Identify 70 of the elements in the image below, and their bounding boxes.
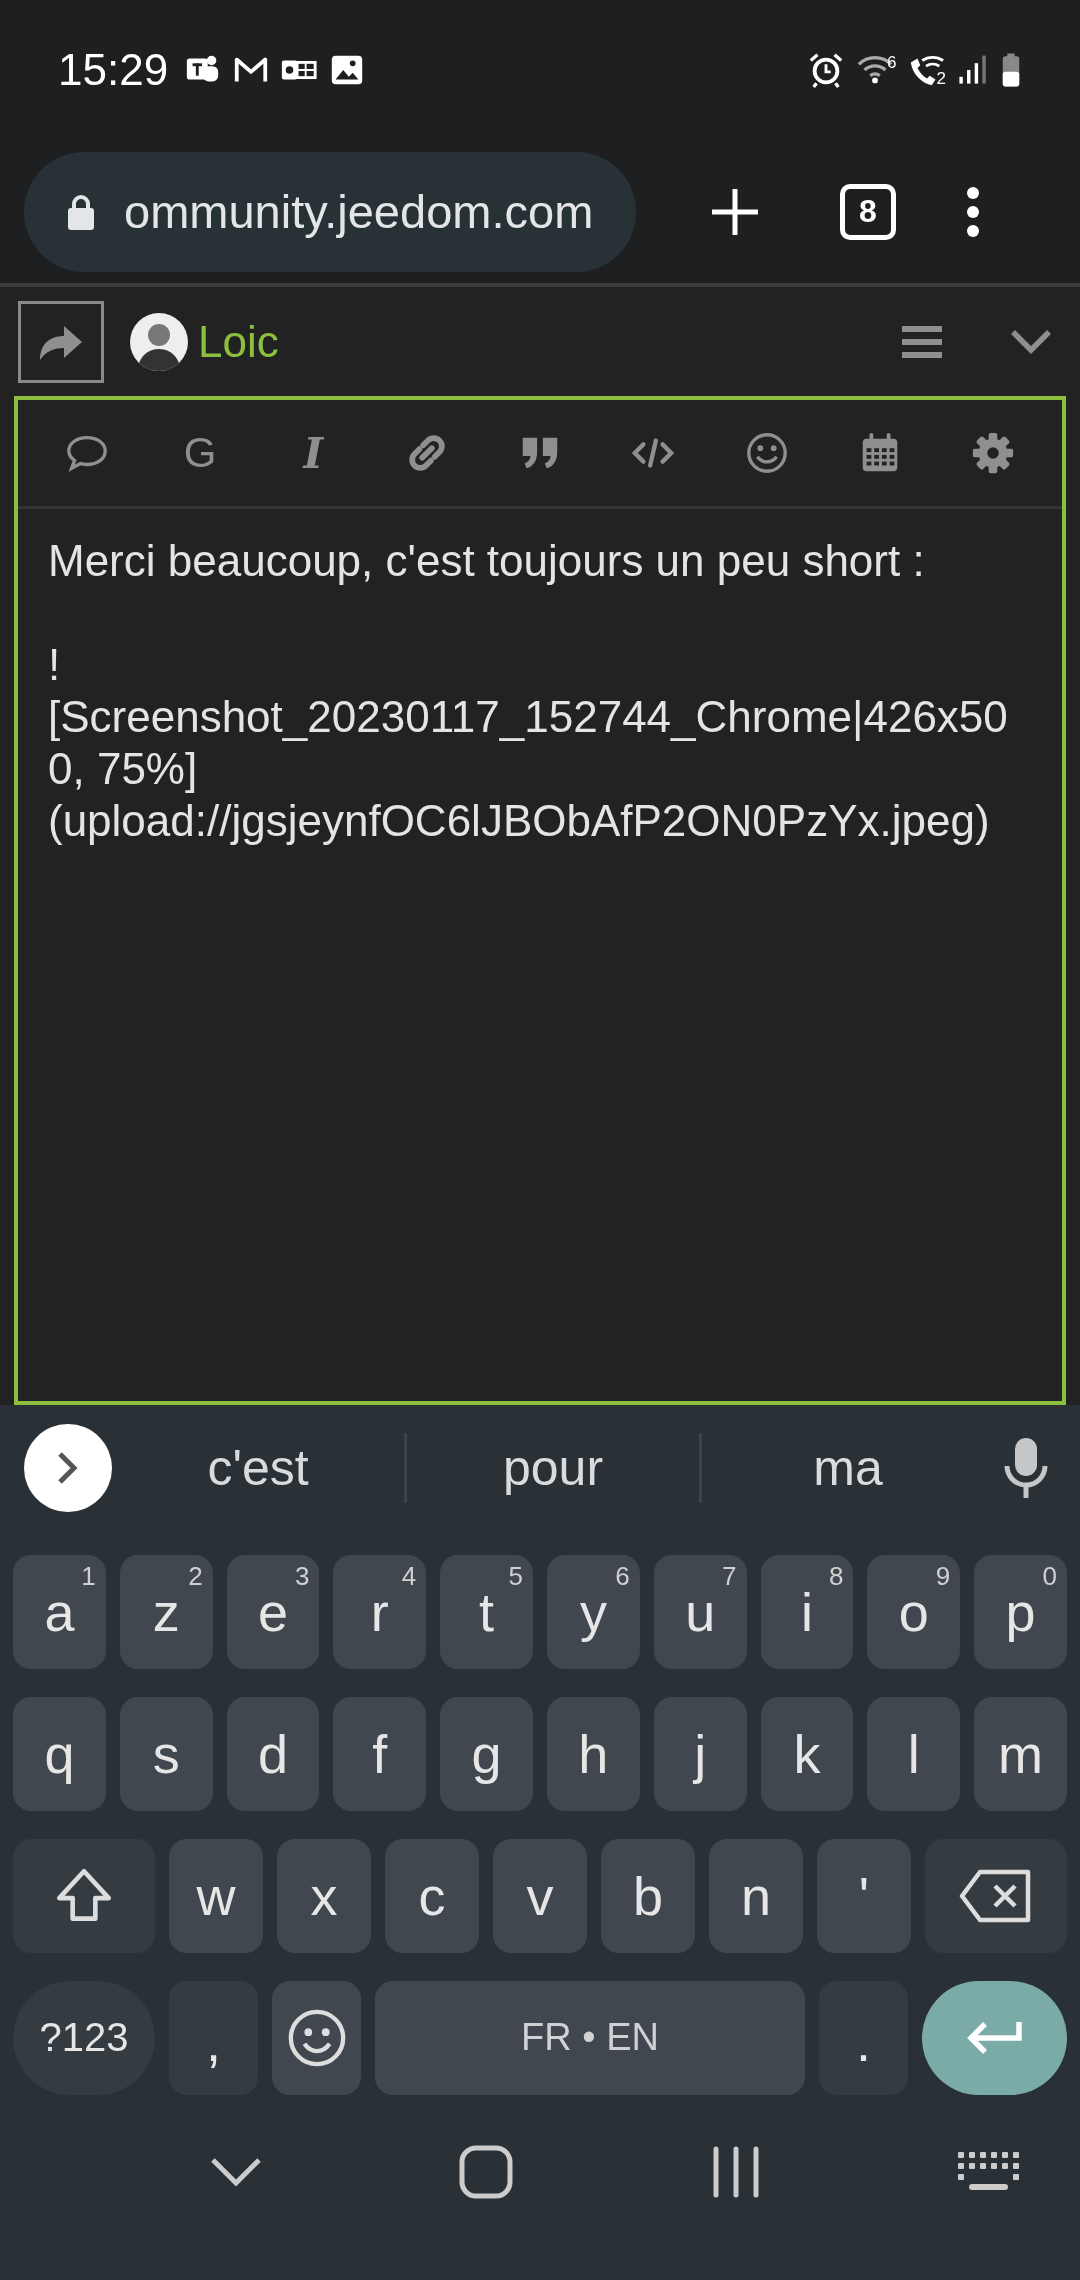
space-key[interactable]: FR • EN: [375, 1980, 805, 2095]
key[interactable]: ': [817, 1838, 911, 1953]
key[interactable]: n: [709, 1838, 803, 1953]
key[interactable]: h: [547, 1696, 640, 1811]
key[interactable]: f: [333, 1696, 427, 1811]
lock-icon: [66, 192, 96, 231]
key[interactable]: t 5: [440, 1554, 533, 1669]
chevron-right-icon: [56, 1449, 80, 1486]
clock: 15:29: [58, 45, 169, 95]
key[interactable]: .: [819, 1980, 908, 2095]
key-hint: 7: [722, 1560, 737, 1592]
key[interactable]: v: [493, 1838, 587, 1953]
plus-icon: [710, 186, 760, 237]
key[interactable]: c: [385, 1838, 479, 1953]
menu-button[interactable]: [966, 186, 980, 237]
key[interactable]: k: [760, 1696, 854, 1811]
key-hint: 4: [401, 1560, 417, 1592]
key[interactable]: d: [226, 1696, 320, 1811]
key-hint: 6: [615, 1560, 630, 1592]
avatar: [130, 312, 188, 371]
user-name: Loic: [198, 316, 280, 367]
microphone-icon[interactable]: [1004, 1435, 1048, 1500]
address-bar[interactable]: ommunity.jeedom.com: [24, 151, 636, 272]
key-hint: 3: [294, 1560, 310, 1592]
key[interactable]: p 0: [974, 1554, 1067, 1669]
suggestion[interactable]: ma: [702, 1438, 994, 1497]
backspace-key[interactable]: [925, 1838, 1067, 1953]
suggestion[interactable]: pour: [407, 1438, 699, 1497]
shift-key[interactable]: [13, 1838, 155, 1953]
key[interactable]: e 3: [226, 1554, 320, 1669]
key[interactable]: m: [974, 1696, 1067, 1811]
home-icon[interactable]: [459, 2145, 514, 2200]
suggestion[interactable]: c'est: [112, 1438, 404, 1497]
key[interactable]: g: [440, 1696, 533, 1811]
key[interactable]: j: [653, 1696, 747, 1811]
more-icon: [966, 186, 980, 237]
key[interactable]: w: [169, 1838, 263, 1953]
menu-icon[interactable]: [902, 324, 942, 359]
key[interactable]: l: [867, 1696, 961, 1811]
key[interactable]: a 1: [13, 1554, 106, 1669]
symbols-key[interactable]: ?123: [13, 1980, 155, 2095]
key[interactable]: i 8: [760, 1554, 854, 1669]
emoji-key[interactable]: [272, 1980, 361, 2095]
key[interactable]: q: [13, 1696, 106, 1811]
chevron-down-icon[interactable]: [210, 2157, 262, 2188]
new-tab-button[interactable]: [710, 186, 760, 237]
key[interactable]: s: [119, 1696, 213, 1811]
key[interactable]: b: [601, 1838, 695, 1953]
chevron-down-icon[interactable]: [1010, 328, 1052, 355]
key-hint: 5: [508, 1560, 523, 1592]
key[interactable]: r 4: [333, 1554, 427, 1669]
key[interactable]: o 9: [867, 1554, 961, 1669]
battery-icon: [1000, 51, 1022, 89]
key[interactable]: ,: [169, 1980, 258, 2095]
key-hint: 2: [188, 1560, 203, 1592]
bold-button[interactable]: G: [177, 429, 223, 477]
key[interactable]: u 7: [653, 1554, 747, 1669]
key-hint: 1: [81, 1560, 96, 1592]
key[interactable]: z 2: [119, 1554, 213, 1669]
key[interactable]: y 6: [547, 1554, 640, 1669]
reply-button[interactable]: [18, 300, 104, 383]
key-hint: 9: [935, 1560, 951, 1592]
keyboard-icon[interactable]: [958, 2152, 1020, 2193]
key-hint: 0: [1042, 1560, 1057, 1592]
key-hint: 8: [828, 1560, 844, 1592]
message-textarea[interactable]: Merci beaucoup, c'est toujours un peu short : ! [Screenshot_20230117_152744_Chrome|426x50 0, 75%] (upload://jgsjeynfOC6lJBObAfP2ON0PzYx.jpeg): [18, 509, 1062, 1401]
key[interactable]: x: [277, 1838, 371, 1953]
tab-count-button[interactable]: 8: [840, 183, 896, 240]
italic-button[interactable]: I: [290, 428, 337, 478]
url-text: ommunity.jeedom.com: [124, 184, 594, 239]
